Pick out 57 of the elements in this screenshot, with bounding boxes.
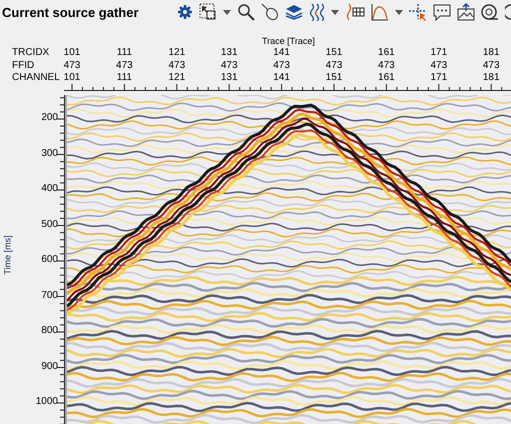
- axis-tick-label: 473: [273, 60, 290, 70]
- wiggle-table-icon[interactable]: [345, 3, 365, 21]
- axis-tick-label: 473: [430, 60, 448, 70]
- axis-tick-label: 121: [168, 72, 186, 83]
- comment-icon[interactable]: [433, 4, 451, 20]
- axis-tick-label: 473: [326, 60, 342, 70]
- axis-tick-label: 473: [378, 60, 395, 70]
- axis-tick-label: 131: [220, 47, 238, 58]
- axis-tick-label: 171: [430, 47, 448, 58]
- axis-tick-label: 141: [273, 47, 290, 58]
- selection-icon[interactable]: [199, 3, 217, 21]
- axis-tick-label: 111: [116, 72, 132, 83]
- panel-title: Current source gather: [2, 4, 139, 20]
- axis-tick-label: 111: [116, 47, 132, 58]
- caret-icon[interactable]: [395, 10, 403, 14]
- axis-tick-label: 400: [41, 183, 58, 194]
- axis-tick-label: 500: [41, 218, 58, 230]
- axis-tick-label: 151: [326, 72, 342, 83]
- axis-tick-label: 101: [64, 72, 80, 83]
- axis-tick-label: 200: [41, 112, 58, 123]
- axis-tick-label: 171: [430, 72, 448, 83]
- axis-tick-label: 181: [482, 47, 500, 58]
- layers-icon[interactable]: [285, 4, 303, 20]
- axis-tick-label: 473: [116, 60, 133, 70]
- header-label: TRCIDX: [12, 47, 50, 58]
- caret-icon[interactable]: [331, 10, 339, 14]
- axis-tick-label: 181: [482, 72, 500, 83]
- axis-tick-label: 473: [64, 60, 80, 70]
- axis-tick-label: 161: [378, 72, 395, 83]
- axis-title: Time [ms]: [2, 235, 13, 275]
- axis-tick-label: 121: [168, 47, 186, 58]
- axis-tick-label: 473: [168, 60, 186, 70]
- crosshair-cursor-icon[interactable]: [409, 3, 427, 21]
- axis-tick-label: 473: [482, 60, 500, 70]
- axis-tick-label: 151: [326, 47, 342, 58]
- wiggle-icon[interactable]: [309, 3, 325, 21]
- axis-tick-label: 161: [378, 47, 395, 58]
- axis-tick-label: 300: [41, 148, 58, 158]
- axis-tick-label: 700: [41, 290, 58, 300]
- caret-icon[interactable]: [223, 10, 231, 14]
- axis-tick-label: 131: [220, 72, 238, 83]
- mouse-icon[interactable]: [261, 3, 279, 21]
- export-image-icon[interactable]: [457, 3, 475, 21]
- axis-tick-label: 101: [64, 47, 80, 58]
- tape-icon[interactable]: [481, 3, 499, 21]
- axis-tick-label: 900: [41, 360, 58, 372]
- axis-tick-label: 1000: [36, 396, 58, 407]
- axis-tick-label: 600: [41, 254, 58, 265]
- axis-tick-label: 141: [273, 72, 290, 83]
- settings-icon[interactable]: [177, 4, 193, 20]
- axis-tick-label: 800: [41, 325, 58, 336]
- axis-title: Trace [Trace]: [262, 36, 315, 46]
- curve-icon[interactable]: [371, 3, 389, 21]
- header-label: FFID: [12, 60, 34, 70]
- axis-tick-label: 473: [220, 60, 238, 70]
- search-icon[interactable]: [237, 3, 255, 21]
- header-label: CHANNEL: [12, 72, 60, 83]
